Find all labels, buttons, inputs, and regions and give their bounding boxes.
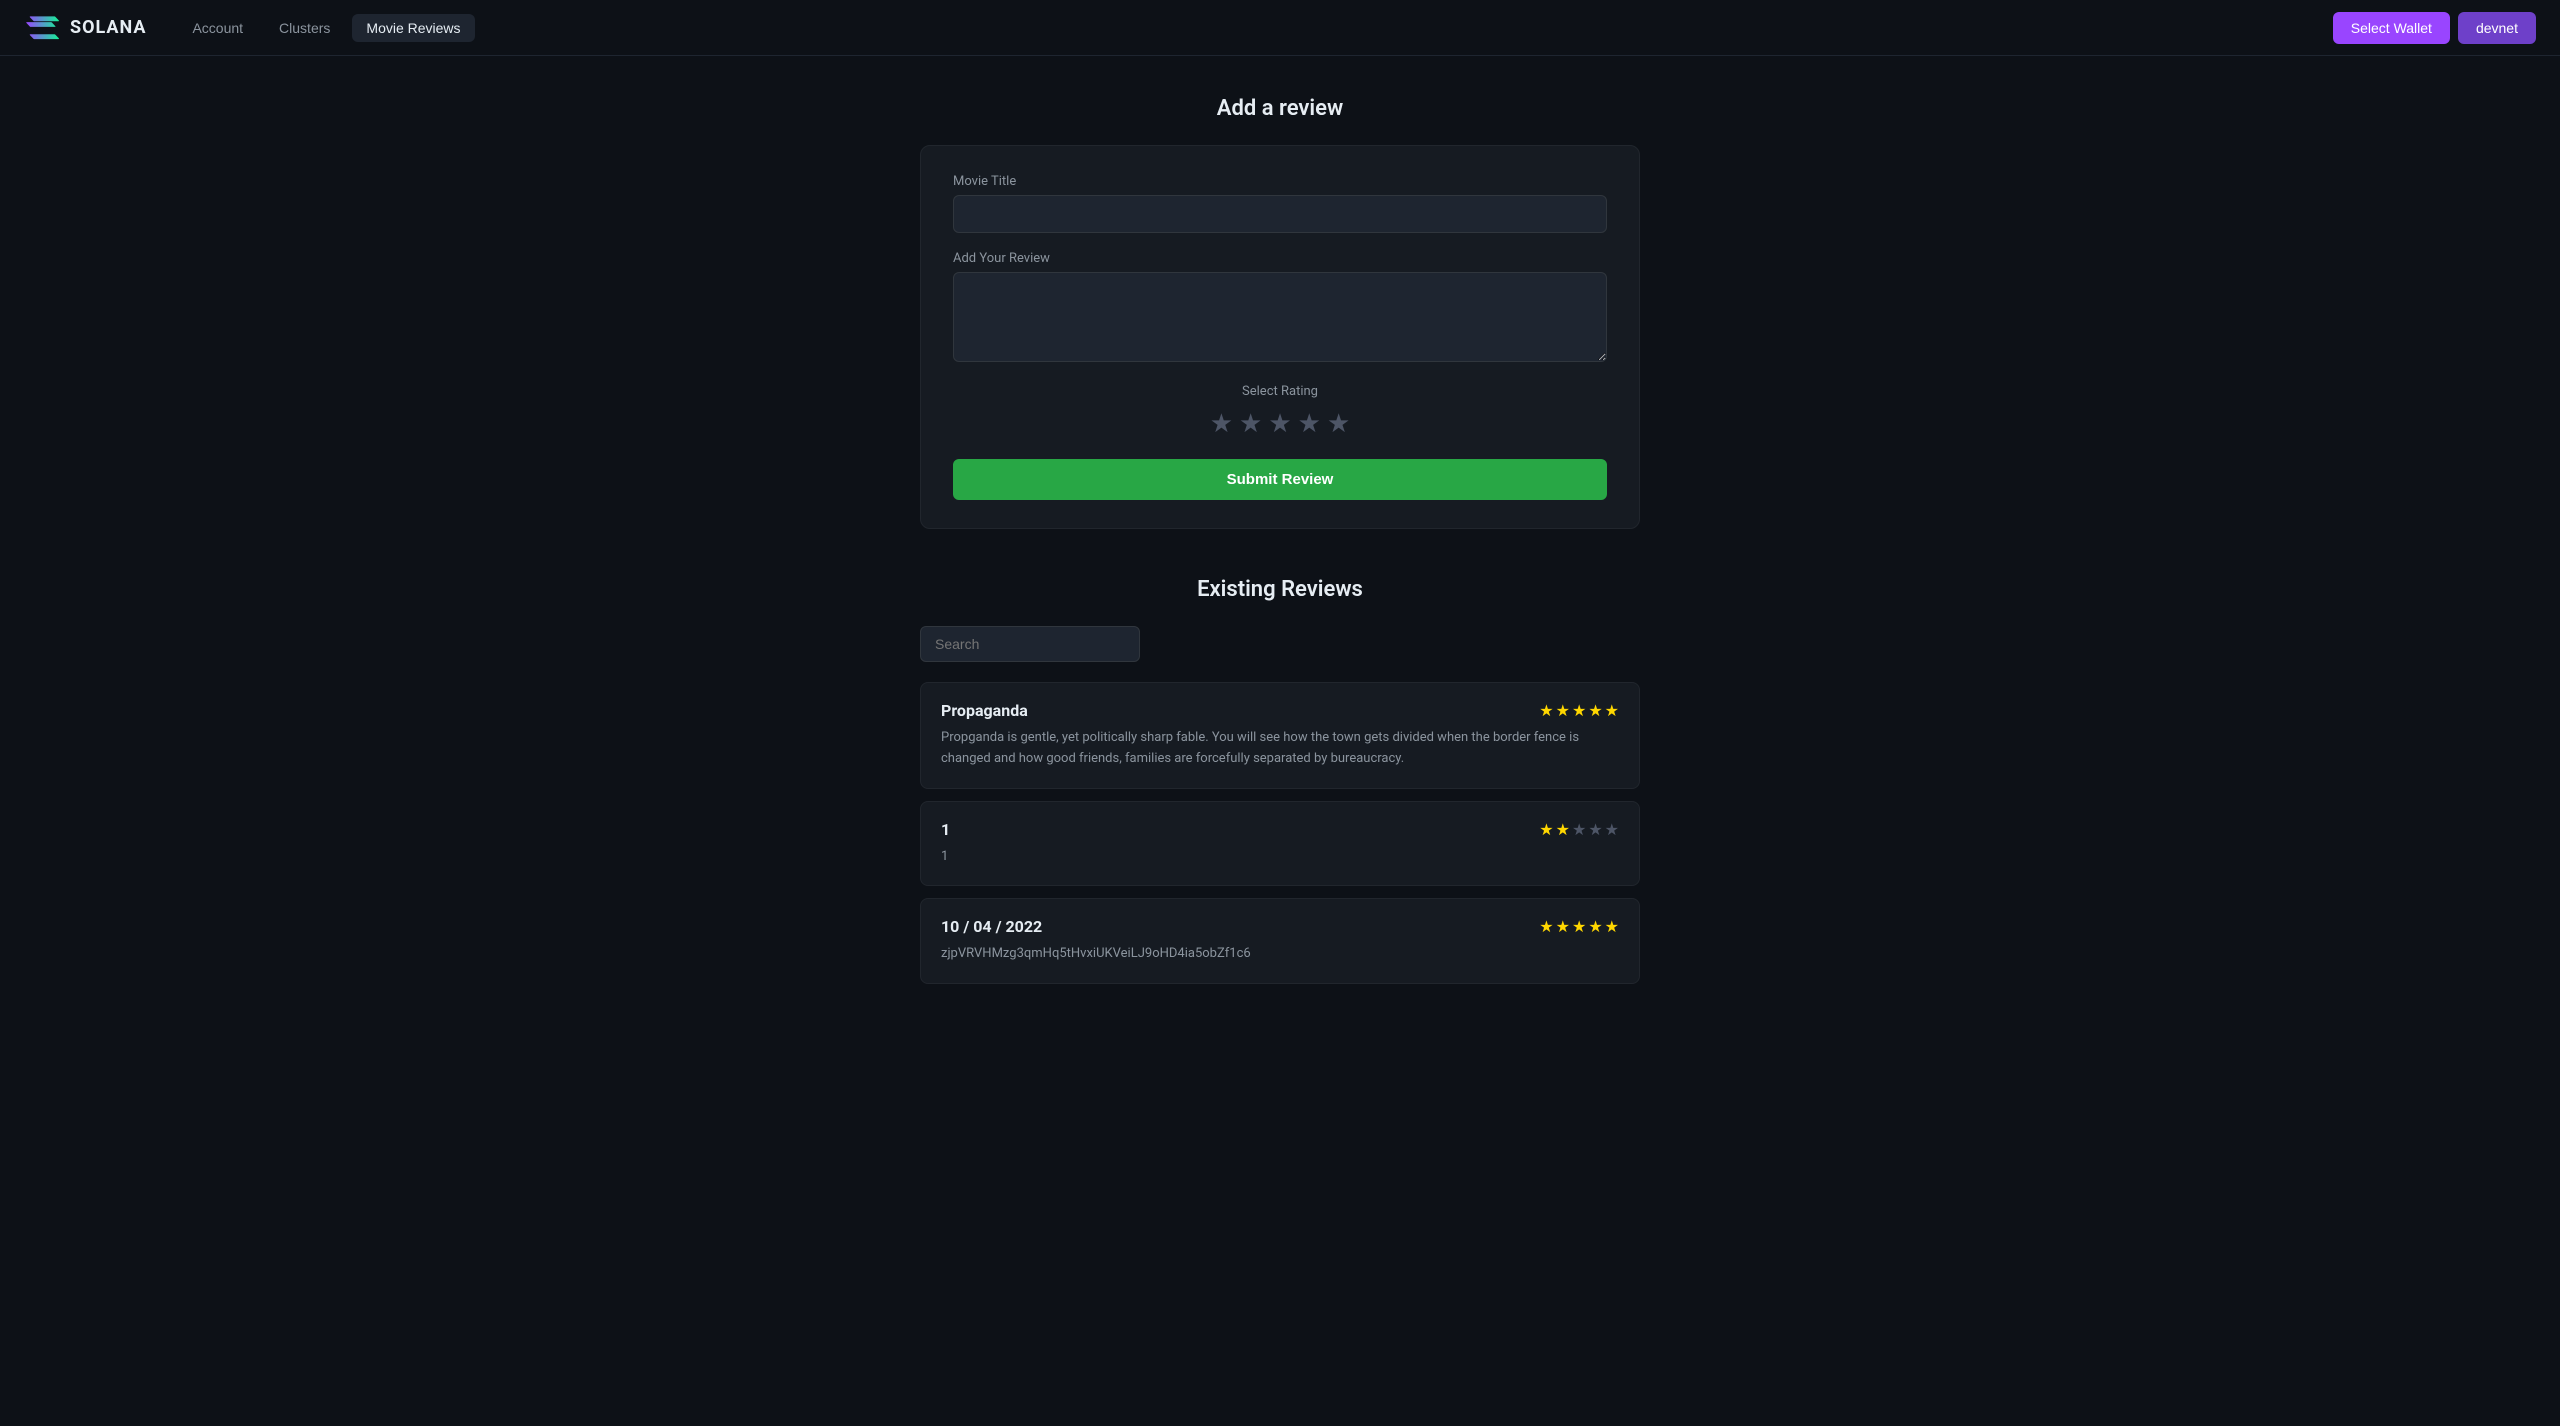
star-icon: ★ [1539, 701, 1553, 720]
review-card: 10 / 04 / 2022★★★★★zjpVRVHMzg3qmHq5tHvxi… [920, 898, 1640, 984]
review-stars: ★★★★★ [1539, 820, 1619, 839]
select-wallet-button[interactable]: Select Wallet [2333, 12, 2450, 44]
star-4[interactable]: ★ [1298, 409, 1321, 439]
brand-name: SOLANA [70, 17, 146, 38]
brand-logo[interactable]: SOLANA [24, 14, 146, 42]
devnet-button[interactable]: devnet [2458, 12, 2536, 44]
review-textarea[interactable] [953, 272, 1607, 362]
nav-movie-reviews[interactable]: Movie Reviews [352, 14, 474, 42]
star-icon: ★ [1539, 917, 1553, 936]
star-icon: ★ [1605, 820, 1619, 839]
review-card-header: 1★★★★★ [941, 820, 1619, 839]
review-text: zjpVRVHMzg3qmHq5tHvxiUKVeiLJ9oHD4ia5obZf… [941, 944, 1619, 965]
main-content: Add a review Movie Title Add Your Review… [900, 56, 1660, 1036]
star-icon: ★ [1588, 701, 1602, 720]
search-input[interactable] [920, 626, 1140, 662]
reviews-list: Propaganda★★★★★Propganda is gentle, yet … [920, 682, 1640, 984]
rating-label: Select Rating [953, 384, 1607, 399]
nav-links: Account Clusters Movie Reviews [178, 14, 2332, 42]
star-icon: ★ [1605, 917, 1619, 936]
star-3[interactable]: ★ [1268, 409, 1291, 439]
review-movie-title: 1 [941, 820, 950, 839]
star-icon: ★ [1556, 701, 1570, 720]
review-label: Add Your Review [953, 251, 1607, 266]
nav-account[interactable]: Account [178, 14, 257, 42]
existing-reviews-title: Existing Reviews [920, 577, 1640, 602]
review-text: Propganda is gentle, yet politically sha… [941, 728, 1619, 770]
star-rating: ★ ★ ★ ★ ★ [953, 409, 1607, 439]
star-1[interactable]: ★ [1210, 409, 1233, 439]
review-stars: ★★★★★ [1539, 701, 1619, 720]
movie-title-label: Movie Title [953, 174, 1607, 189]
star-icon: ★ [1539, 820, 1553, 839]
star-icon: ★ [1556, 820, 1570, 839]
star-icon: ★ [1588, 917, 1602, 936]
review-card-header: Propaganda★★★★★ [941, 701, 1619, 720]
solana-logo-icon [24, 14, 60, 42]
star-icon: ★ [1572, 917, 1586, 936]
add-review-title: Add a review [920, 96, 1640, 121]
review-card-header: 10 / 04 / 2022★★★★★ [941, 917, 1619, 936]
add-review-form-card: Movie Title Add Your Review Select Ratin… [920, 145, 1640, 529]
rating-section: Select Rating ★ ★ ★ ★ ★ [953, 384, 1607, 439]
review-stars: ★★★★★ [1539, 917, 1619, 936]
star-icon: ★ [1556, 917, 1570, 936]
star-2[interactable]: ★ [1239, 409, 1262, 439]
review-text: 1 [941, 847, 1619, 868]
star-icon: ★ [1588, 820, 1602, 839]
star-icon: ★ [1605, 701, 1619, 720]
review-card: 1★★★★★1 [920, 801, 1640, 887]
review-card: Propaganda★★★★★Propganda is gentle, yet … [920, 682, 1640, 789]
submit-review-button[interactable]: Submit Review [953, 459, 1607, 500]
star-5[interactable]: ★ [1327, 409, 1350, 439]
review-movie-title: 10 / 04 / 2022 [941, 917, 1042, 936]
nav-clusters[interactable]: Clusters [265, 14, 344, 42]
navbar: SOLANA Account Clusters Movie Reviews Se… [0, 0, 2560, 56]
navbar-right: Select Wallet devnet [2333, 12, 2536, 44]
star-icon: ★ [1572, 701, 1586, 720]
star-icon: ★ [1572, 820, 1586, 839]
movie-title-input[interactable] [953, 195, 1607, 233]
review-movie-title: Propaganda [941, 701, 1028, 720]
